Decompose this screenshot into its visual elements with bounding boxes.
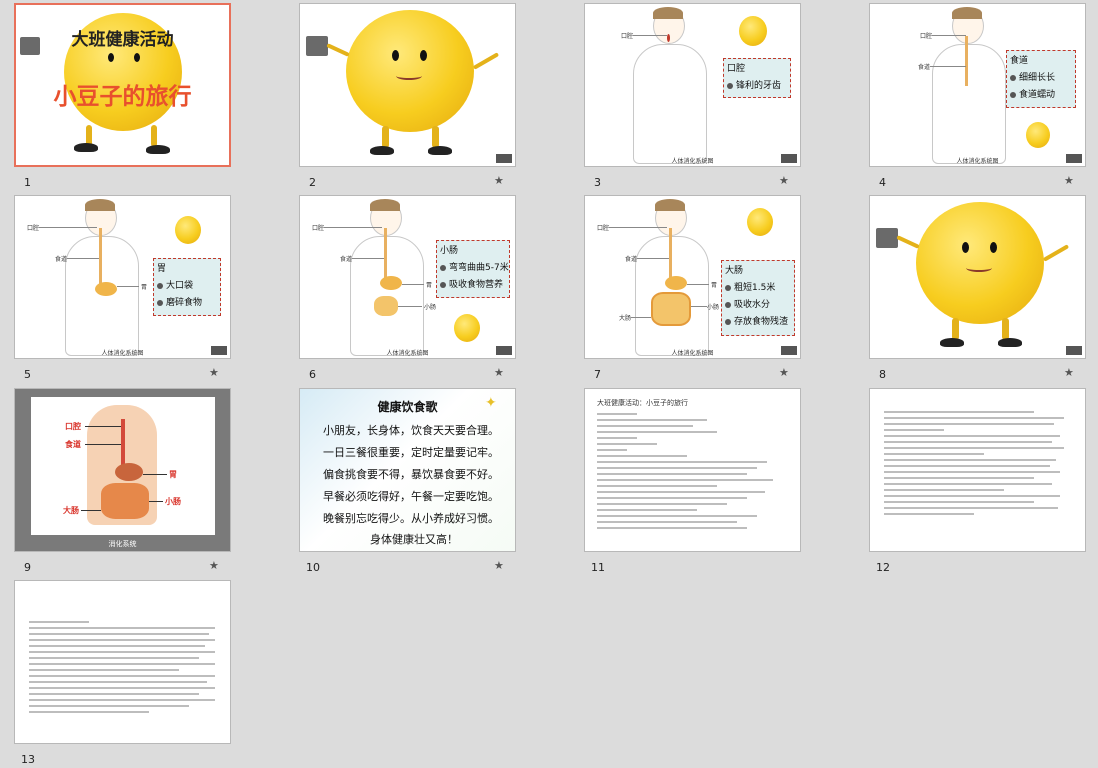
- slide-thumbnail-6[interactable]: 口腔 食道 胃 小肠 小肠 弯弯曲曲5-7米 吸收食物营养 人体消化系统图: [299, 195, 516, 359]
- slide-number-1: 1: [24, 176, 31, 189]
- slide-thumbnail-5[interactable]: 口腔 食道 胃 胃 大口袋 磨碎食物 人体消化系统图: [14, 195, 231, 359]
- slide-number-2: 2: [309, 176, 316, 189]
- slide-number-8: 8: [879, 368, 886, 381]
- slide-number-7: 7: [594, 368, 601, 381]
- animation-star-icon[interactable]: ★: [209, 366, 219, 379]
- slide-number-5: 5: [24, 368, 31, 381]
- bean-character: [916, 202, 1044, 324]
- info-box-stomach: 胃 大口袋 磨碎食物: [153, 258, 221, 316]
- slide-number-11: 11: [591, 561, 605, 574]
- info-box-large-intestine: 大肠 粗短1.5米 吸收水分 存放食物残渣: [721, 260, 795, 336]
- slide-1-title: 大班健康活动: [71, 30, 174, 50]
- slide-thumbnail-12[interactable]: [869, 388, 1086, 552]
- slide-thumbnail-10[interactable]: ✦ 健康饮食歌 小朋友，长身体，饮食天天要合理。 一日三餐很重要，定时定量要记牢…: [299, 388, 516, 552]
- slide-number-12: 12: [876, 561, 890, 574]
- animation-star-icon[interactable]: ★: [1064, 366, 1074, 379]
- slide-thumbnail-11[interactable]: 大班健康活动：小豆子的旅行: [584, 388, 801, 552]
- cup-icon: [876, 228, 898, 248]
- animation-star-icon[interactable]: ★: [494, 174, 504, 187]
- cup-icon: [306, 36, 328, 56]
- info-box-esophagus: 食道 细细长长 食道蠕动: [1006, 50, 1076, 108]
- slide-10-title: 健康饮食歌: [377, 400, 438, 414]
- slide-11-title: 大班健康活动：小豆子的旅行: [597, 399, 688, 407]
- slide-number-4: 4: [879, 176, 886, 189]
- slide-thumbnail-2[interactable]: [299, 3, 516, 167]
- animation-star-icon[interactable]: ★: [494, 559, 504, 572]
- slide-thumbnail-7[interactable]: 口腔 食道 胃 小肠 大肠 大肠 粗短1.5米 吸收水分 存放食物残渣 人体消化…: [584, 195, 801, 359]
- slide-thumbnail-13[interactable]: [14, 580, 231, 744]
- info-box-small-intestine: 小肠 弯弯曲曲5-7米 吸收食物营养: [436, 240, 510, 298]
- animation-star-icon[interactable]: ★: [494, 366, 504, 379]
- slide-number-10: 10: [306, 561, 320, 574]
- info-box-mouth: 口腔 锋利的牙齿: [723, 58, 791, 98]
- slide-thumbnail-4[interactable]: 口腔 食道 食道 细细长长 食道蠕动 人体消化系统图: [869, 3, 1086, 167]
- slide-thumbnail-3[interactable]: 口腔 口腔 锋利的牙齿 人体消化系统图: [584, 3, 801, 167]
- animation-star-icon[interactable]: ★: [779, 366, 789, 379]
- slide-thumbnail-9[interactable]: 口腔 食道 胃 小肠 大肠 消化系统: [14, 388, 231, 552]
- slide-number-9: 9: [24, 561, 31, 574]
- slide-thumbnail-1[interactable]: 大班健康活动 小豆子的旅行: [14, 3, 231, 167]
- animation-star-icon[interactable]: ★: [779, 174, 789, 187]
- animation-star-icon[interactable]: ★: [1064, 174, 1074, 187]
- slide-number-3: 3: [594, 176, 601, 189]
- bean-character: [346, 10, 474, 132]
- slide-number-6: 6: [309, 368, 316, 381]
- animation-star-icon[interactable]: ★: [209, 559, 219, 572]
- slide-thumbnail-8[interactable]: [869, 195, 1086, 359]
- slide-number-13: 13: [21, 753, 35, 766]
- slide-1-subtitle: 小豆子的旅行: [53, 84, 192, 110]
